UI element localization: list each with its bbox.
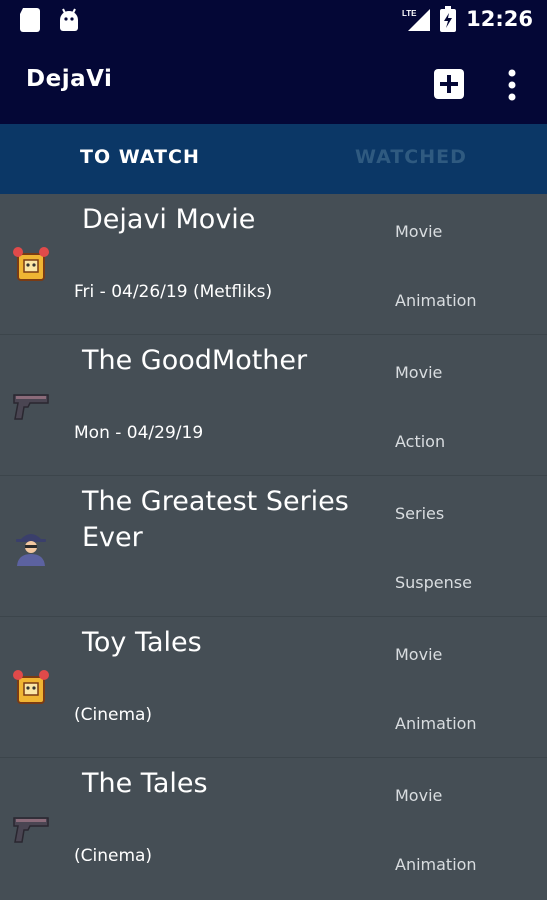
sd-card-icon xyxy=(20,8,40,32)
item-genre: Suspense xyxy=(395,573,472,592)
pistol-icon xyxy=(13,817,49,843)
item-title: The Tales xyxy=(82,768,208,799)
item-type: Series xyxy=(395,504,445,523)
app-bar: DejaVi xyxy=(0,42,547,124)
item-title: Dejavi Movie xyxy=(82,204,256,235)
list-item[interactable]: Dejavi Movie Fri - 04/26/19 (Metfliks) M… xyxy=(0,194,547,334)
item-title: The Greatest Series Ever xyxy=(82,486,349,553)
item-type: Movie xyxy=(395,363,443,382)
toy-icon xyxy=(13,670,49,704)
list-item[interactable]: The Tales (Cinema) Movie Animation xyxy=(0,757,547,898)
item-genre: Animation xyxy=(395,291,477,310)
watch-list: Dejavi Movie Fri - 04/26/19 (Metfliks) M… xyxy=(0,194,547,898)
item-type: Movie xyxy=(395,645,443,664)
tab-to-watch[interactable]: TO WATCH xyxy=(80,146,200,168)
add-box-icon[interactable] xyxy=(434,69,464,99)
item-genre: Animation xyxy=(395,714,477,733)
status-bar: LTE 12:26 xyxy=(0,0,547,42)
tab-bar: TO WATCH WATCHED xyxy=(0,124,547,194)
tab-watched[interactable]: WATCHED xyxy=(355,146,467,168)
list-item[interactable]: The Greatest Series Ever Series Suspense xyxy=(0,475,547,616)
item-genre: Animation xyxy=(395,855,477,874)
list-item[interactable]: The GoodMother Mon - 04/29/19 Movie Acti… xyxy=(0,334,547,475)
svg-text:LTE: LTE xyxy=(402,9,417,18)
list-item[interactable]: Toy Tales (Cinema) Movie Animation xyxy=(0,616,547,757)
pistol-icon xyxy=(13,394,49,420)
android-icon xyxy=(60,8,78,31)
battery-icon xyxy=(440,6,457,32)
item-subtitle: (Cinema) xyxy=(74,846,153,866)
clock: 12:26 xyxy=(466,7,533,31)
detective-icon xyxy=(16,534,46,566)
item-type: Movie xyxy=(395,222,443,241)
more-vert-icon[interactable] xyxy=(500,68,524,102)
item-subtitle: (Cinema) xyxy=(74,705,153,725)
item-genre: Action xyxy=(395,432,446,451)
item-subtitle: Mon - 04/29/19 xyxy=(74,423,204,443)
app-title: DejaVi xyxy=(26,66,113,92)
item-type: Movie xyxy=(395,786,443,805)
lte-signal-icon: LTE xyxy=(402,9,431,31)
item-title: The GoodMother xyxy=(82,345,308,376)
toy-icon xyxy=(13,247,49,281)
item-title: Toy Tales xyxy=(82,627,202,658)
item-subtitle: Fri - 04/26/19 (Metfliks) xyxy=(74,282,273,302)
